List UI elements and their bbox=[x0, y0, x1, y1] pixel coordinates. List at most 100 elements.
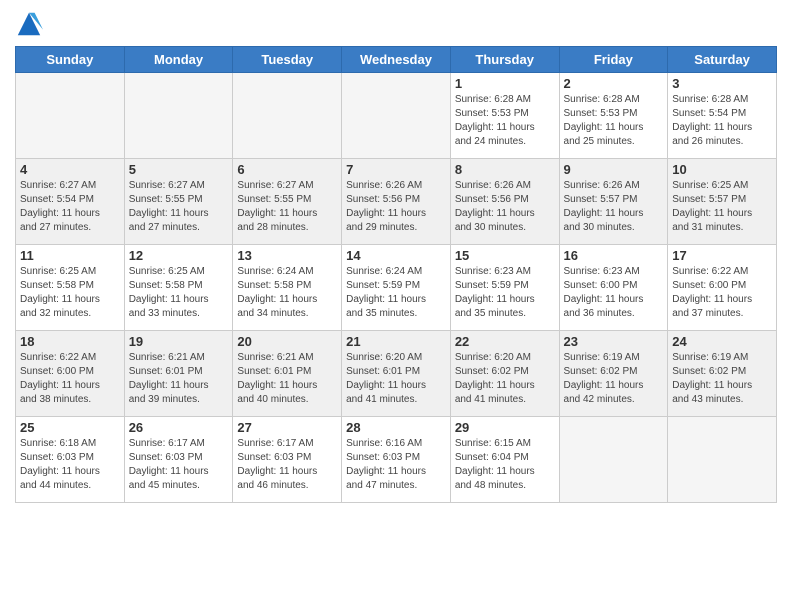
day-cell: 3 Sunrise: 6:28 AMSunset: 5:54 PMDaylight… bbox=[668, 73, 777, 159]
day-info: Sunrise: 6:28 AMSunset: 5:53 PMDaylight:… bbox=[455, 93, 555, 149]
day-cell: 1 Sunrise: 6:28 AMSunset: 5:53 PMDaylight… bbox=[450, 73, 559, 159]
day-cell bbox=[559, 417, 668, 503]
week-row-4: 18 Sunrise: 6:22 AMSunset: 6:00 PMDayligh… bbox=[16, 331, 777, 417]
day-number: 8 bbox=[455, 162, 555, 177]
week-row-2: 4Sunrise: 6:27 AMSunset: 5:54 PMDaylight… bbox=[16, 159, 777, 245]
day-header-tuesday: Tuesday bbox=[233, 47, 342, 73]
day-cell bbox=[233, 73, 342, 159]
day-number: 27 bbox=[237, 420, 337, 435]
day-number: 25 bbox=[20, 420, 120, 435]
day-info: Sunrise: 6:16 AMSunset: 6:03 PMDaylight:… bbox=[346, 437, 446, 493]
day-info: Sunrise: 6:26 AMSunset: 5:57 PMDaylight:… bbox=[564, 179, 664, 235]
day-number: 18 bbox=[20, 334, 120, 349]
day-info: Sunrise: 6:19 AMSunset: 6:02 PMDaylight:… bbox=[672, 351, 772, 407]
day-cell: 8 Sunrise: 6:26 AMSunset: 5:56 PMDaylight… bbox=[450, 159, 559, 245]
day-cell: 18 Sunrise: 6:22 AMSunset: 6:00 PMDayligh… bbox=[16, 331, 125, 417]
day-info: Sunrise: 6:27 AMSunset: 5:55 PMDaylight:… bbox=[129, 179, 229, 235]
day-info: Sunrise: 6:18 AMSunset: 6:03 PMDaylight:… bbox=[20, 437, 120, 493]
day-header-monday: Monday bbox=[124, 47, 233, 73]
day-info: Sunrise: 6:15 AMSunset: 6:04 PMDaylight:… bbox=[455, 437, 555, 493]
day-info: Sunrise: 6:17 AMSunset: 6:03 PMDaylight:… bbox=[129, 437, 229, 493]
header bbox=[15, 10, 777, 38]
day-info: Sunrise: 6:19 AMSunset: 6:02 PMDaylight:… bbox=[564, 351, 664, 407]
day-header-sunday: Sunday bbox=[16, 47, 125, 73]
day-number: 19 bbox=[129, 334, 229, 349]
day-number: 5 bbox=[129, 162, 229, 177]
day-header-thursday: Thursday bbox=[450, 47, 559, 73]
day-cell: 25 Sunrise: 6:18 AMSunset: 6:03 PMDayligh… bbox=[16, 417, 125, 503]
day-cell: 15Sunrise: 6:23 AMSunset: 5:59 PMDayligh… bbox=[450, 245, 559, 331]
day-number: 16 bbox=[564, 248, 664, 263]
day-cell: 19 Sunrise: 6:21 AMSunset: 6:01 PMDayligh… bbox=[124, 331, 233, 417]
day-cell: 26 Sunrise: 6:17 AMSunset: 6:03 PMDayligh… bbox=[124, 417, 233, 503]
day-number: 9 bbox=[564, 162, 664, 177]
day-info: Sunrise: 6:17 AMSunset: 6:03 PMDaylight:… bbox=[237, 437, 337, 493]
day-cell: 11 Sunrise: 6:25 AMSunset: 5:58 PMDayligh… bbox=[16, 245, 125, 331]
day-info: Sunrise: 6:28 AMSunset: 5:53 PMDaylight:… bbox=[564, 93, 664, 149]
day-info: Sunrise: 6:22 AMSunset: 6:00 PMDaylight:… bbox=[20, 351, 120, 407]
day-info: Sunrise: 6:21 AMSunset: 6:01 PMDaylight:… bbox=[129, 351, 229, 407]
calendar-table: SundayMondayTuesdayWednesdayThursdayFrid… bbox=[15, 46, 777, 503]
day-cell: 5 Sunrise: 6:27 AMSunset: 5:55 PMDaylight… bbox=[124, 159, 233, 245]
day-number: 3 bbox=[672, 76, 772, 91]
day-cell: 27 Sunrise: 6:17 AMSunset: 6:03 PMDayligh… bbox=[233, 417, 342, 503]
day-info: Sunrise: 6:26 AMSunset: 5:56 PMDaylight:… bbox=[455, 179, 555, 235]
day-cell: 14 Sunrise: 6:24 AMSunset: 5:59 PMDayligh… bbox=[342, 245, 451, 331]
day-info: Sunrise: 6:24 AMSunset: 5:59 PMDaylight:… bbox=[346, 265, 446, 321]
day-info: Sunrise: 6:27 AMSunset: 5:55 PMDaylight:… bbox=[237, 179, 337, 235]
day-number: 21 bbox=[346, 334, 446, 349]
day-cell: 7 Sunrise: 6:26 AMSunset: 5:56 PMDaylight… bbox=[342, 159, 451, 245]
day-cell: 9 Sunrise: 6:26 AMSunset: 5:57 PMDaylight… bbox=[559, 159, 668, 245]
day-number: 2 bbox=[564, 76, 664, 91]
week-row-1: 1 Sunrise: 6:28 AMSunset: 5:53 PMDaylight… bbox=[16, 73, 777, 159]
day-cell bbox=[124, 73, 233, 159]
day-number: 4 bbox=[20, 162, 120, 177]
day-info: Sunrise: 6:24 AMSunset: 5:58 PMDaylight:… bbox=[237, 265, 337, 321]
day-number: 17 bbox=[672, 248, 772, 263]
day-cell: 2 Sunrise: 6:28 AMSunset: 5:53 PMDaylight… bbox=[559, 73, 668, 159]
day-number: 23 bbox=[564, 334, 664, 349]
logo bbox=[15, 10, 47, 38]
day-number: 12 bbox=[129, 248, 229, 263]
day-number: 24 bbox=[672, 334, 772, 349]
day-cell: 16 Sunrise: 6:23 AMSunset: 6:00 PMDayligh… bbox=[559, 245, 668, 331]
day-number: 29 bbox=[455, 420, 555, 435]
day-header-wednesday: Wednesday bbox=[342, 47, 451, 73]
day-cell: 20 Sunrise: 6:21 AMSunset: 6:01 PMDayligh… bbox=[233, 331, 342, 417]
day-info: Sunrise: 6:25 AMSunset: 5:58 PMDaylight:… bbox=[20, 265, 120, 321]
day-number: 26 bbox=[129, 420, 229, 435]
day-number: 11 bbox=[20, 248, 120, 263]
day-number: 14 bbox=[346, 248, 446, 263]
day-cell: 4Sunrise: 6:27 AMSunset: 5:54 PMDaylight… bbox=[16, 159, 125, 245]
day-number: 7 bbox=[346, 162, 446, 177]
day-info: Sunrise: 6:28 AMSunset: 5:54 PMDaylight:… bbox=[672, 93, 772, 149]
logo-icon bbox=[15, 10, 43, 38]
day-info: Sunrise: 6:25 AMSunset: 5:58 PMDaylight:… bbox=[129, 265, 229, 321]
day-number: 13 bbox=[237, 248, 337, 263]
day-number: 10 bbox=[672, 162, 772, 177]
day-cell: 28Sunrise: 6:16 AMSunset: 6:03 PMDayligh… bbox=[342, 417, 451, 503]
day-cell bbox=[342, 73, 451, 159]
day-cell: 10 Sunrise: 6:25 AMSunset: 5:57 PMDayligh… bbox=[668, 159, 777, 245]
header-row: SundayMondayTuesdayWednesdayThursdayFrid… bbox=[16, 47, 777, 73]
day-info: Sunrise: 6:25 AMSunset: 5:57 PMDaylight:… bbox=[672, 179, 772, 235]
day-cell: 23 Sunrise: 6:19 AMSunset: 6:02 PMDayligh… bbox=[559, 331, 668, 417]
day-cell: 12 Sunrise: 6:25 AMSunset: 5:58 PMDayligh… bbox=[124, 245, 233, 331]
day-number: 6 bbox=[237, 162, 337, 177]
week-row-3: 11 Sunrise: 6:25 AMSunset: 5:58 PMDayligh… bbox=[16, 245, 777, 331]
day-info: Sunrise: 6:20 AMSunset: 6:01 PMDaylight:… bbox=[346, 351, 446, 407]
day-cell: 21 Sunrise: 6:20 AMSunset: 6:01 PMDayligh… bbox=[342, 331, 451, 417]
day-cell: 29 Sunrise: 6:15 AMSunset: 6:04 PMDayligh… bbox=[450, 417, 559, 503]
day-cell bbox=[668, 417, 777, 503]
day-info: Sunrise: 6:21 AMSunset: 6:01 PMDaylight:… bbox=[237, 351, 337, 407]
week-row-5: 25 Sunrise: 6:18 AMSunset: 6:03 PMDayligh… bbox=[16, 417, 777, 503]
day-cell bbox=[16, 73, 125, 159]
day-header-saturday: Saturday bbox=[668, 47, 777, 73]
day-number: 15 bbox=[455, 248, 555, 263]
day-info: Sunrise: 6:22 AMSunset: 6:00 PMDaylight:… bbox=[672, 265, 772, 321]
day-number: 20 bbox=[237, 334, 337, 349]
day-info: Sunrise: 6:23 AMSunset: 6:00 PMDaylight:… bbox=[564, 265, 664, 321]
day-info: Sunrise: 6:26 AMSunset: 5:56 PMDaylight:… bbox=[346, 179, 446, 235]
day-number: 1 bbox=[455, 76, 555, 91]
day-cell: 22Sunrise: 6:20 AMSunset: 6:02 PMDayligh… bbox=[450, 331, 559, 417]
